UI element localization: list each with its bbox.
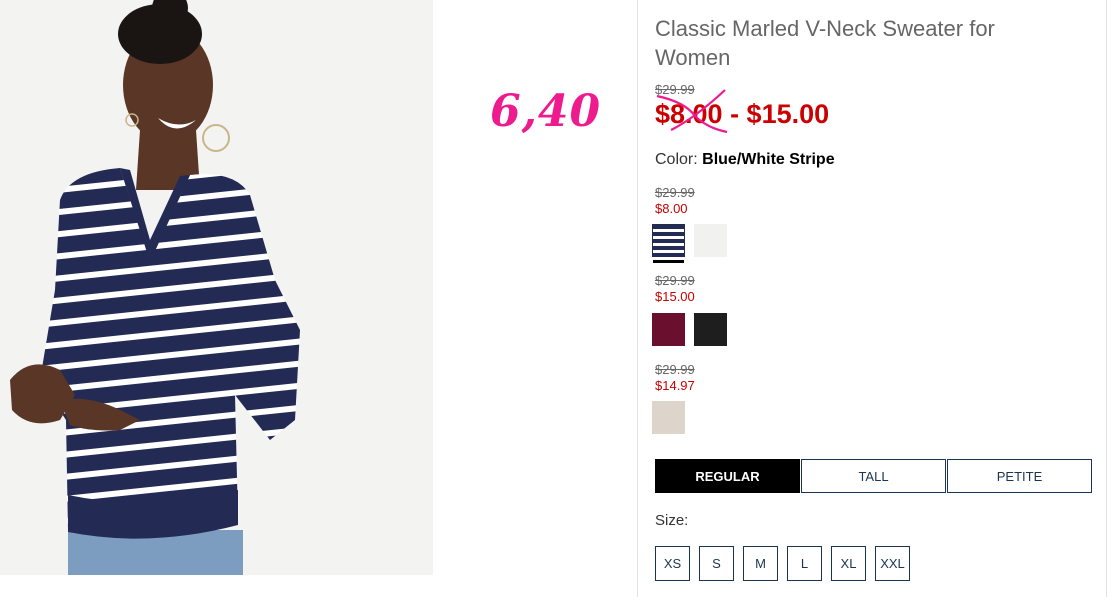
group-sale-price: $14.97 bbox=[655, 378, 695, 393]
size-options: XS S M L XL XXL bbox=[655, 546, 910, 581]
tab-petite[interactable]: PETITE bbox=[947, 459, 1092, 493]
size-xl-button[interactable]: XL bbox=[831, 546, 866, 581]
size-xxl-button[interactable]: XXL bbox=[875, 546, 910, 581]
group-sale-price: $8.00 bbox=[655, 201, 688, 216]
color-label: Color: Blue/White Stripe bbox=[655, 151, 835, 169]
swatch-oatmeal[interactable] bbox=[652, 401, 685, 434]
product-title: Classic Marled V-Neck Sweater for Women bbox=[655, 16, 995, 70]
swatch-cream[interactable] bbox=[694, 224, 727, 257]
swatch-group-price: $29.99 $15.00 bbox=[655, 273, 695, 305]
panel-border bbox=[1106, 0, 1107, 597]
group-original-price: $29.99 bbox=[655, 362, 695, 377]
swatch-row bbox=[652, 401, 685, 434]
tab-tall[interactable]: TALL bbox=[801, 459, 946, 493]
size-m-button[interactable]: M bbox=[743, 546, 778, 581]
tab-regular[interactable]: REGULAR bbox=[655, 459, 800, 493]
swatch-row bbox=[652, 313, 727, 346]
color-label-text: Color: bbox=[655, 151, 698, 168]
swatch-black[interactable] bbox=[694, 313, 727, 346]
fit-tabs: REGULAR TALL PETITE bbox=[655, 459, 1093, 493]
model-illustration bbox=[10, 0, 300, 575]
product-image bbox=[0, 0, 433, 575]
group-sale-price: $15.00 bbox=[655, 289, 695, 304]
price-annotation: 6,40 bbox=[490, 86, 602, 137]
size-l-button[interactable]: L bbox=[787, 546, 822, 581]
swatch-blue-white-stripe[interactable] bbox=[652, 224, 685, 263]
swatch-burgundy[interactable] bbox=[652, 313, 685, 346]
swatch-group-price: $29.99 $14.97 bbox=[655, 362, 695, 394]
size-label: Size: bbox=[655, 512, 689, 529]
group-original-price: $29.99 bbox=[655, 273, 695, 288]
selected-color-name: Blue/White Stripe bbox=[702, 151, 835, 168]
size-s-button[interactable]: S bbox=[699, 546, 734, 581]
strike-scribble bbox=[656, 89, 728, 134]
group-original-price: $29.99 bbox=[655, 185, 695, 200]
size-xs-button[interactable]: XS bbox=[655, 546, 690, 581]
swatch-row bbox=[652, 224, 727, 263]
panel-divider bbox=[637, 0, 638, 597]
swatch-group-price: $29.99 $8.00 bbox=[655, 185, 695, 217]
